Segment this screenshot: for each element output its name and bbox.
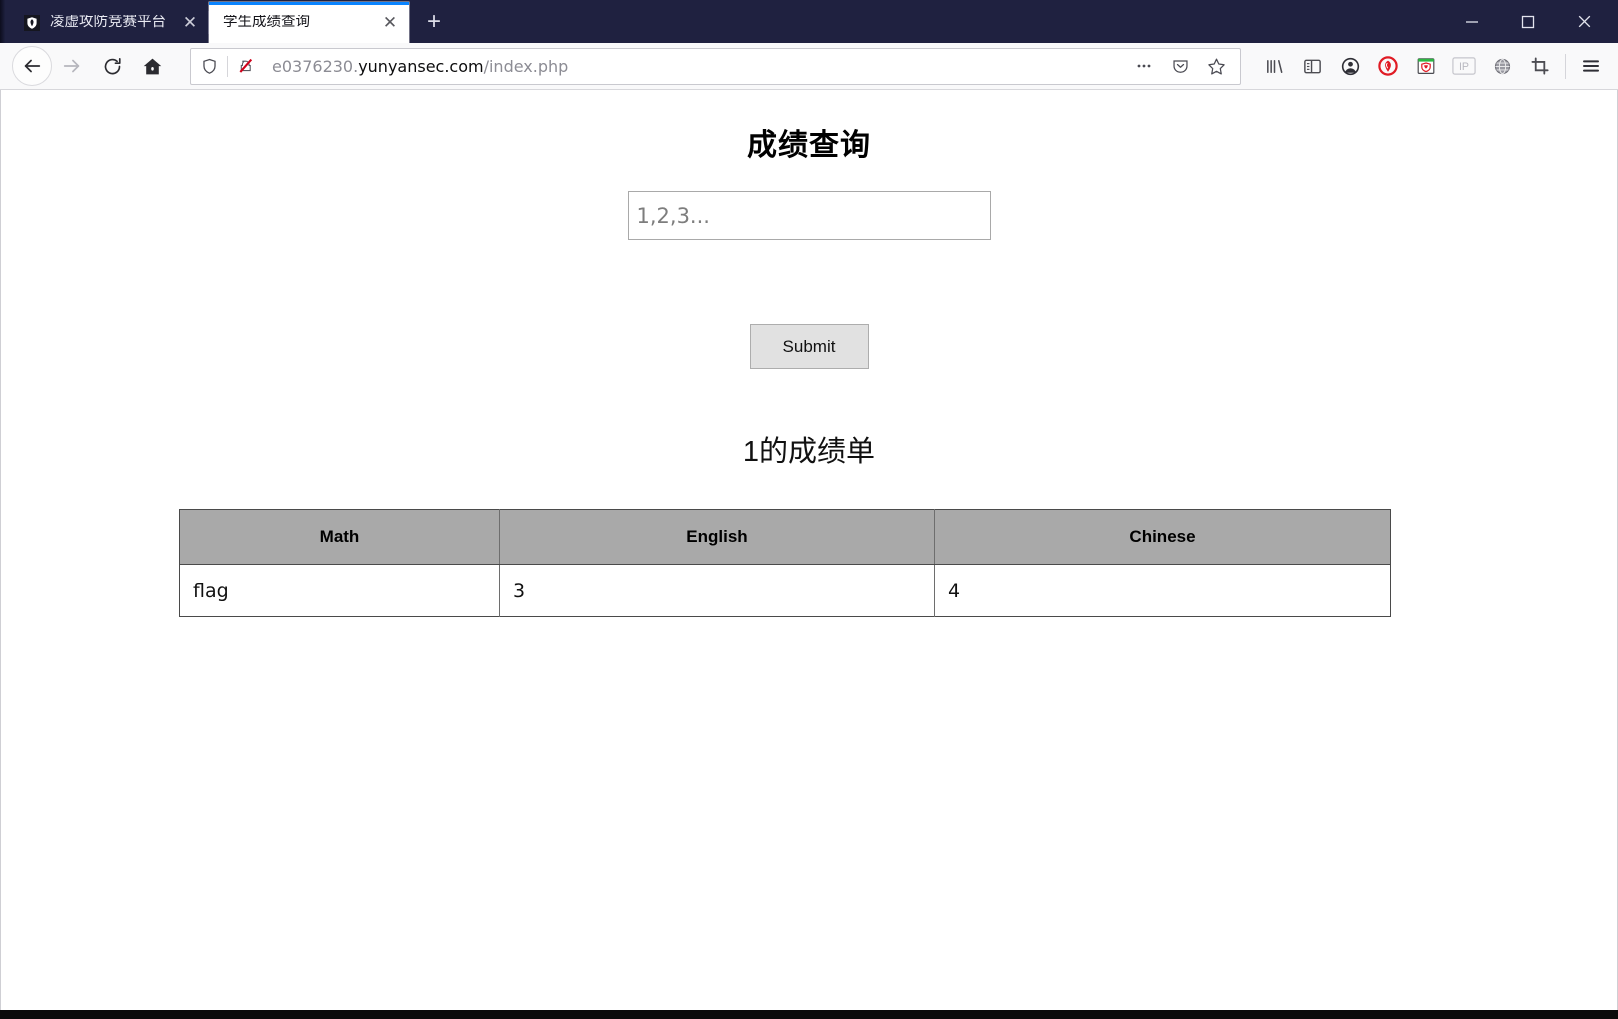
close-icon[interactable] bbox=[1556, 0, 1612, 43]
sidebar-icon[interactable] bbox=[1293, 46, 1331, 86]
url-prefix: e0376230. bbox=[272, 56, 359, 76]
new-tab-button[interactable]: + bbox=[415, 3, 453, 41]
column-header-chinese: Chinese bbox=[934, 509, 1391, 565]
tab-strip: 凌虚攻防竞赛平台 ✕ 学生成绩查询 ✕ + bbox=[9, 0, 453, 43]
adblock-icon[interactable] bbox=[1369, 46, 1407, 86]
submit-row: Submit bbox=[1, 324, 1617, 369]
urlbar-actions bbox=[1126, 49, 1234, 84]
cell-english: 3 bbox=[499, 564, 935, 617]
navigation-toolbar: e0376230.yunyansec.com/index.php IP bbox=[0, 43, 1618, 90]
back-arrow-icon[interactable] bbox=[12, 46, 52, 86]
table-row: flag 3 4 bbox=[179, 564, 1391, 617]
extension-toolbar: IP bbox=[1255, 46, 1610, 86]
url-host: yunyansec.com bbox=[358, 56, 484, 76]
minimize-icon[interactable] bbox=[1444, 0, 1500, 43]
ellipsis-icon[interactable] bbox=[1126, 49, 1162, 84]
ip-icon: IP bbox=[1445, 46, 1483, 86]
insecure-lock-icon[interactable] bbox=[228, 49, 264, 84]
page-title: 成绩查询 bbox=[747, 129, 871, 162]
screenshot-crop-icon[interactable] bbox=[1521, 46, 1559, 86]
web-page: 成绩查询 Submit 1的成绩单 Math English bbox=[1, 90, 1617, 617]
maximize-icon[interactable] bbox=[1500, 0, 1556, 43]
titlebar: 凌虚攻防竞赛平台 ✕ 学生成绩查询 ✕ + bbox=[0, 0, 1618, 43]
grades-table: Math English Chinese flag 3 4 bbox=[179, 509, 1391, 617]
close-icon[interactable]: ✕ bbox=[177, 10, 203, 36]
grades-table-wrapper: Math English Chinese flag 3 4 bbox=[1, 509, 1617, 617]
query-input[interactable] bbox=[627, 191, 991, 240]
account-icon[interactable] bbox=[1331, 46, 1369, 86]
tab-student-grades[interactable]: 学生成绩查询 ✕ bbox=[209, 2, 409, 43]
home-icon[interactable] bbox=[132, 46, 172, 86]
tab-lingxu-platform[interactable]: 凌虚攻防竞赛平台 ✕ bbox=[9, 2, 209, 43]
tracking-protection-shield-icon[interactable] bbox=[191, 49, 227, 84]
query-form bbox=[1, 191, 1617, 240]
toolbar-divider bbox=[1565, 53, 1566, 79]
forward-arrow-icon bbox=[52, 46, 92, 86]
tab-title: 凌虚攻防竞赛平台 bbox=[50, 15, 166, 30]
cell-chinese: 4 bbox=[934, 564, 1391, 617]
window-left-edge bbox=[0, 0, 9, 43]
reload-icon[interactable] bbox=[92, 46, 132, 86]
proxy-globe-icon[interactable] bbox=[1483, 46, 1521, 86]
table-header-row: Math English Chinese bbox=[179, 509, 1391, 565]
window-bottom-edge bbox=[0, 1010, 1618, 1019]
url-text[interactable]: e0376230.yunyansec.com/index.php bbox=[264, 57, 1126, 76]
shield-icon bbox=[23, 14, 41, 32]
pocket-icon[interactable] bbox=[1162, 49, 1198, 84]
star-icon[interactable] bbox=[1198, 49, 1234, 84]
submit-button[interactable]: Submit bbox=[749, 324, 869, 369]
active-tab-accent bbox=[209, 2, 409, 5]
column-header-english: English bbox=[499, 509, 935, 565]
url-path: /index.php bbox=[483, 56, 569, 76]
hackbar-icon[interactable] bbox=[1407, 46, 1445, 86]
browser-window: 凌虚攻防竞赛平台 ✕ 学生成绩查询 ✕ + e0376230.yunyansec… bbox=[0, 0, 1618, 1019]
address-bar[interactable]: e0376230.yunyansec.com/index.php bbox=[190, 47, 1241, 85]
library-icon[interactable] bbox=[1255, 46, 1293, 86]
column-header-math: Math bbox=[179, 509, 500, 565]
result-heading: 1的成绩单 bbox=[742, 436, 876, 468]
close-icon[interactable]: ✕ bbox=[377, 10, 403, 36]
tab-title: 学生成绩查询 bbox=[223, 15, 310, 30]
hamburger-menu-icon[interactable] bbox=[1572, 46, 1610, 86]
window-controls bbox=[1444, 0, 1612, 43]
page-viewport: 成绩查询 Submit 1的成绩单 Math English bbox=[0, 90, 1618, 1010]
cell-math: flag bbox=[179, 564, 500, 617]
svg-text:IP: IP bbox=[1459, 61, 1469, 73]
